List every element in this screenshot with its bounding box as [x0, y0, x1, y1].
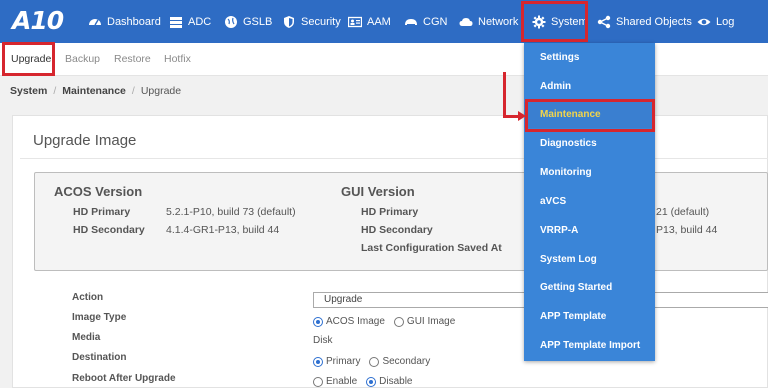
- acos-hd-primary-value: 5.2.1-P10, build 73 (default): [166, 206, 296, 218]
- destination-radio-group: Primary Secondary: [313, 356, 439, 367]
- nav-log[interactable]: Log: [697, 0, 734, 43]
- gui-hd-secondary-value: P13, build 44: [656, 224, 718, 236]
- nav-security[interactable]: Security: [282, 0, 341, 43]
- radio-button-selected[interactable]: [313, 316, 323, 327]
- acos-hd-secondary-value: 4.1.4-GR1-P13, build 44: [166, 224, 280, 236]
- dashboard-icon: [88, 15, 102, 29]
- menu-item-avcs[interactable]: aVCS: [524, 189, 655, 215]
- reboot-after-upgrade-label: Reboot After Upgrade: [72, 373, 176, 384]
- nav-cgn-label: CGN: [423, 15, 448, 28]
- gui-hd-primary-value: 21 (default): [656, 206, 710, 218]
- reboot-disable-label: Disable: [379, 376, 413, 387]
- nav-security-label: Security: [301, 15, 341, 28]
- image-type-gui-label: GUI Image: [406, 316, 456, 327]
- nav-dashboard-label: Dashboard: [107, 15, 161, 28]
- nav-gslb[interactable]: GSLB: [224, 0, 272, 43]
- menu-item-app-template-import[interactable]: APP Template Import: [524, 333, 655, 359]
- page-title: Upgrade Image: [33, 132, 137, 149]
- image-type-acos-label: ACOS Image: [326, 316, 385, 327]
- nav-aam-label: AAM: [367, 15, 391, 28]
- adc-icon: [169, 15, 183, 29]
- nav-network[interactable]: Network: [459, 0, 518, 43]
- nav-shared-objects-label: Shared Objects: [616, 15, 692, 28]
- reboot-radio-group: Enable Disable: [313, 376, 422, 387]
- radio-button[interactable]: [393, 316, 404, 327]
- breadcrumb-system[interactable]: System: [10, 85, 47, 97]
- nav-log-label: Log: [716, 15, 735, 28]
- nav-gslb-label: GSLB: [243, 15, 273, 28]
- destination-primary-label: Primary: [326, 356, 361, 367]
- menu-item-monitoring[interactable]: Monitoring: [524, 160, 655, 186]
- breadcrumb-maintenance[interactable]: Maintenance: [62, 85, 126, 97]
- nav-adc[interactable]: ADC: [169, 0, 211, 43]
- cloud-icon: [459, 15, 473, 29]
- action-label: Action: [72, 292, 104, 303]
- tab-hotfix[interactable]: Hotfix: [164, 43, 191, 76]
- menu-item-app-template[interactable]: APP Template: [524, 304, 655, 330]
- image-type-gui-option[interactable]: GUI Image: [393, 316, 456, 327]
- destination-primary-option[interactable]: Primary: [313, 356, 360, 367]
- system-highlight-box: [521, 1, 588, 42]
- destination-secondary-label: Secondary: [382, 356, 431, 367]
- maintenance-highlight-box: [525, 99, 655, 132]
- globe-icon: [224, 15, 238, 29]
- acos-hd-secondary-label: HD Secondary: [73, 224, 145, 236]
- menu-item-diagnostics[interactable]: Diagnostics: [524, 131, 655, 157]
- gui-hd-secondary-label: HD Secondary: [361, 224, 433, 236]
- destination-secondary-option[interactable]: Secondary: [369, 356, 430, 367]
- radio-button-selected[interactable]: [313, 356, 323, 367]
- tab-restore[interactable]: Restore: [114, 43, 151, 76]
- menu-item-system-log[interactable]: System Log: [524, 247, 655, 273]
- nav-adc-label: ADC: [188, 15, 212, 28]
- shield-icon: [282, 15, 296, 29]
- a10-logo[interactable]: A10: [12, 6, 64, 36]
- menu-item-getting-started[interactable]: Getting Started: [524, 275, 655, 301]
- acos-version-title: ACOS Version: [54, 184, 143, 199]
- system-dropdown-menu: Settings Admin Maintenance Diagnostics M…: [524, 43, 655, 361]
- top-nav-bar: A10 Dashboard ADC GSLB Security AAM CGN …: [0, 0, 768, 43]
- image-type-acos-option[interactable]: ACOS Image: [313, 316, 385, 327]
- breadcrumb-separator: /: [53, 85, 57, 97]
- nav-dashboard[interactable]: Dashboard: [88, 0, 161, 43]
- eye-icon: [697, 15, 711, 29]
- image-type-radio-group: ACOS Image GUI Image: [313, 316, 464, 327]
- breadcrumb-separator: /: [131, 85, 135, 97]
- breadcrumb-upgrade: Upgrade: [140, 85, 182, 97]
- radio-button-selected[interactable]: [366, 376, 377, 387]
- nav-aam[interactable]: AAM: [348, 0, 391, 43]
- gui-version-title: GUI Version: [341, 184, 415, 199]
- gui-hd-primary-label: HD Primary: [361, 206, 419, 218]
- acos-hd-primary-label: HD Primary: [73, 206, 131, 218]
- reboot-disable-option[interactable]: Disable: [366, 376, 413, 387]
- tab-backup[interactable]: Backup: [65, 43, 100, 76]
- reboot-enable-label: Enable: [326, 376, 358, 387]
- media-label: Media: [72, 332, 101, 343]
- annotation-arrow-head: [518, 111, 526, 121]
- menu-item-vrrp-a[interactable]: VRRP-A: [524, 218, 655, 244]
- radio-button[interactable]: [369, 356, 380, 367]
- cgn-icon: [404, 15, 418, 29]
- menu-item-admin[interactable]: Admin: [524, 74, 655, 100]
- upgrade-tab-highlight-box: [2, 42, 55, 76]
- nav-cgn[interactable]: CGN: [404, 0, 447, 43]
- menu-item-settings[interactable]: Settings: [524, 45, 655, 71]
- reboot-enable-option[interactable]: Enable: [313, 376, 357, 387]
- share-icon: [597, 15, 611, 29]
- last-config-saved-label: Last Configuration Saved At: [361, 242, 502, 254]
- media-value: Disk: [313, 335, 333, 346]
- image-type-label: Image Type: [72, 312, 127, 323]
- id-card-icon: [348, 15, 362, 29]
- radio-button[interactable]: [313, 376, 323, 387]
- annotation-arrow-line: [503, 72, 506, 118]
- destination-label: Destination: [72, 352, 127, 363]
- nav-shared-objects[interactable]: Shared Objects: [597, 0, 692, 43]
- title-divider: [20, 158, 768, 159]
- nav-network-label: Network: [478, 15, 519, 28]
